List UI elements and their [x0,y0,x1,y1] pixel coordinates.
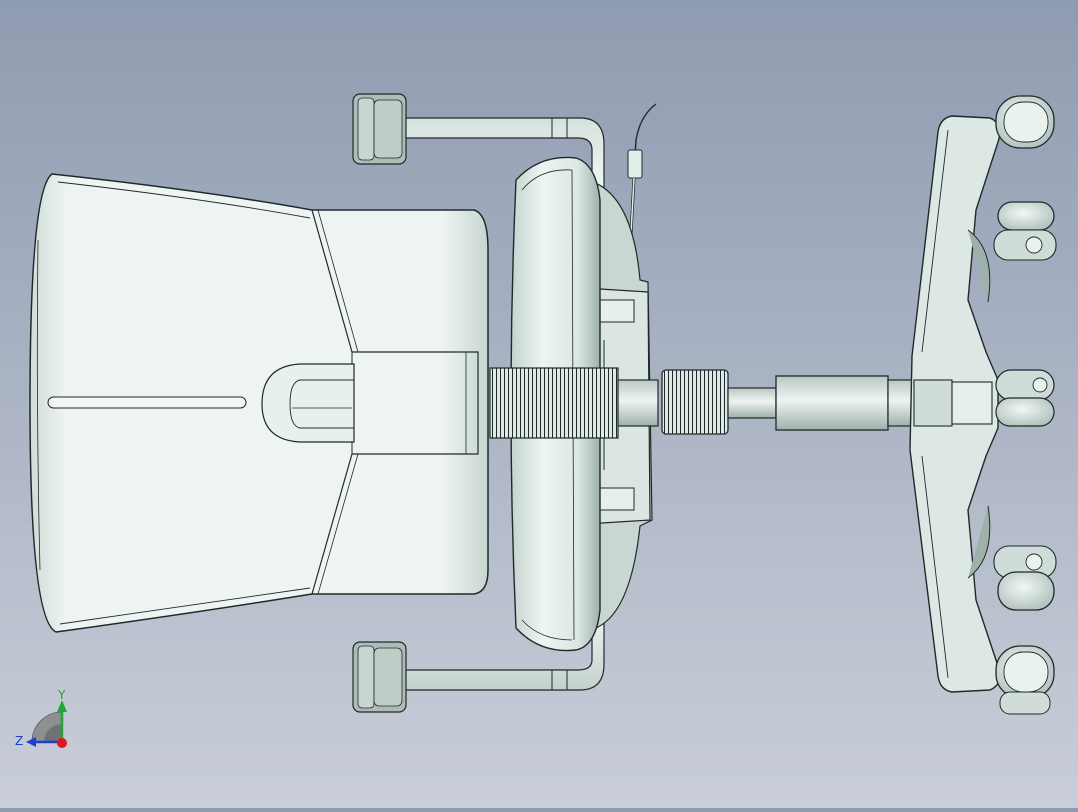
x-axis-origin [57,738,67,748]
z-axis-label: Z [15,734,23,748]
caster-wheel-2 [993,201,1057,261]
caster-wheel-5 [995,645,1055,715]
orientation-triad: Y Z [15,688,67,748]
gas-lift [661,369,919,435]
caster-wheel-3 [995,369,1055,427]
chair-model-top-view: Y Z [15,93,1057,748]
backrest [29,173,489,633]
caster-wheel-4 [993,545,1057,611]
y-axis-label: Y [57,688,66,702]
star-base [909,115,1001,693]
cad-viewport[interactable]: Y Z [0,0,1078,808]
caster-wheel-1 [995,95,1055,149]
